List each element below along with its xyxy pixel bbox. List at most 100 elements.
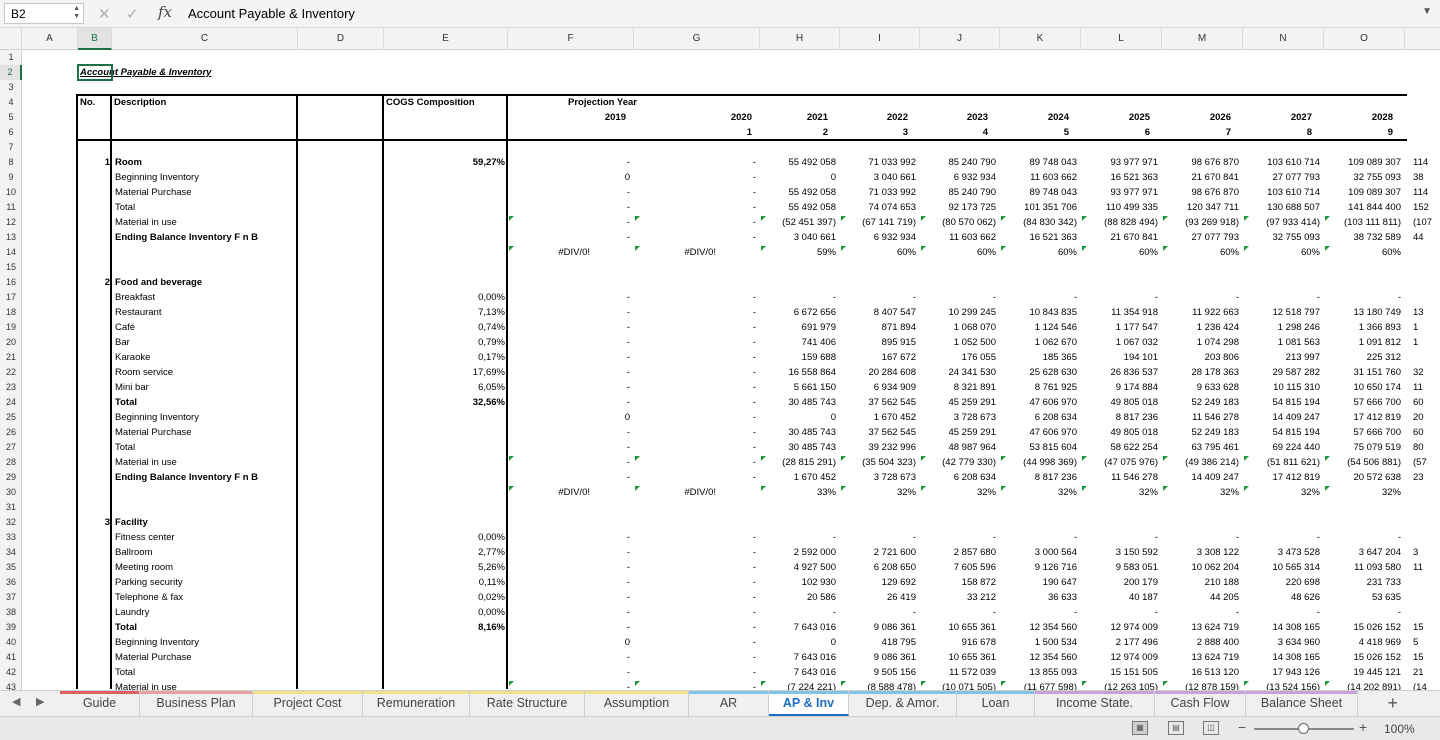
page-layout-icon[interactable]: ▤ [1168,721,1184,735]
row-header[interactable]: 41 [0,650,22,665]
row-header[interactable]: 27 [0,440,22,455]
row-header[interactable]: 43 [0,680,22,690]
column-header-h[interactable]: H [760,28,840,50]
row-header[interactable]: 4 [0,95,22,110]
sheet-tab[interactable]: AP & Inv [769,691,849,716]
column-header-o[interactable]: O [1324,28,1405,50]
sheet-tab[interactable]: Guide [60,691,140,716]
row-header[interactable]: 26 [0,425,22,440]
next-sheet-icon[interactable]: ▶ [36,695,44,708]
error-indicator [509,681,514,686]
zoom-in-icon[interactable]: + [1359,719,1367,735]
row-header[interactable]: 15 [0,260,22,275]
projection-value-partial: 152 [1413,202,1429,213]
row-header[interactable]: 3 [0,80,22,95]
sheet-tab[interactable]: Dep. & Amor. [849,691,957,716]
column-header-m[interactable]: M [1162,28,1243,50]
sheet-tab[interactable]: Loan [957,691,1035,716]
add-sheet-icon[interactable]: + [1387,693,1398,714]
row-header[interactable]: 17 [0,290,22,305]
projection-value-partial: 21 [1413,667,1424,678]
row-header[interactable]: 21 [0,350,22,365]
column-header-d[interactable]: D [298,28,384,50]
active-cell-selection[interactable] [77,64,113,81]
column-header-f[interactable]: F [508,28,634,50]
function-icon[interactable]: fx [158,3,172,21]
sheet-tab[interactable]: Remuneration [363,691,470,716]
row-header[interactable]: 37 [0,590,22,605]
row-header[interactable]: 5 [0,110,22,125]
row-header[interactable]: 39 [0,620,22,635]
sheet-tab[interactable]: Business Plan [140,691,253,716]
row-header[interactable]: 22 [0,365,22,380]
row-header[interactable]: 18 [0,305,22,320]
column-header-e[interactable]: E [384,28,508,50]
sheet-tab[interactable]: Income State. [1035,691,1155,716]
row-header[interactable]: 2 [0,65,22,80]
sheet-tab-label: Remuneration [376,696,456,710]
row-header[interactable]: 14 [0,245,22,260]
column-header-j[interactable]: J [920,28,1000,50]
row-header[interactable]: 20 [0,335,22,350]
row-header[interactable]: 31 [0,500,22,515]
column-header-i[interactable]: I [840,28,920,50]
row-header[interactable]: 33 [0,530,22,545]
row-header[interactable]: 11 [0,200,22,215]
row-header[interactable]: 1 [0,50,22,65]
error-indicator [509,486,514,491]
row-header[interactable]: 28 [0,455,22,470]
row-header[interactable]: 7 [0,140,22,155]
cancel-icon[interactable]: ✕ [98,5,111,23]
row-header[interactable]: 6 [0,125,22,140]
row-header[interactable]: 36 [0,575,22,590]
zoom-slider-thumb[interactable] [1298,723,1309,734]
row-header[interactable]: 12 [0,215,22,230]
normal-view-icon[interactable]: ▦ [1132,721,1148,735]
column-header-c[interactable]: C [112,28,298,50]
spreadsheet-grid[interactable]: ABCDEFGHIJKLMNO 1 2 3 4 5 6 7 8 9 10 11 12 13 14 15 16 1… [0,28,1440,690]
row-header[interactable]: 34 [0,545,22,560]
row-header[interactable]: 16 [0,275,22,290]
sheet-tab[interactable]: Cash Flow [1155,691,1246,716]
column-header-b[interactable]: B [78,28,112,50]
formula-input[interactable]: Account Payable & Inventory [188,6,355,21]
prev-sheet-icon[interactable]: ◀ [12,695,20,708]
column-header-g[interactable]: G [634,28,760,50]
sheet-tab[interactable]: AR [689,691,769,716]
sheet-tab[interactable]: Project Cost [253,691,363,716]
row-header[interactable]: 24 [0,395,22,410]
row-header[interactable]: 40 [0,635,22,650]
row-header[interactable]: 29 [0,470,22,485]
row-header[interactable]: 35 [0,560,22,575]
projection-value: - [832,292,836,303]
sheet-tab[interactable]: Balance Sheet [1246,691,1358,716]
row-header[interactable]: 30 [0,485,22,500]
grid-body[interactable]: Account Payable & Inventory No. Descriptio… [22,50,1440,690]
column-header-k[interactable]: K [1000,28,1081,50]
row-header[interactable]: 9 [0,170,22,185]
column-header-n[interactable]: N [1243,28,1324,50]
row-header[interactable]: 19 [0,320,22,335]
column-header-l[interactable]: L [1081,28,1162,50]
row-header[interactable]: 23 [0,380,22,395]
row-header[interactable]: 13 [0,230,22,245]
name-box[interactable]: B2 ▲ ▼ [4,3,84,24]
row-header[interactable]: 42 [0,665,22,680]
sheet-tab[interactable]: Assumption [585,691,689,716]
row-header[interactable]: 38 [0,605,22,620]
expand-formula-icon[interactable]: ▼ [1422,6,1432,17]
select-all-corner[interactable] [0,28,22,50]
name-box-spinner-icon[interactable]: ▲ ▼ [73,5,80,21]
sheet-tab[interactable]: Rate Structure [470,691,585,716]
enter-icon[interactable]: ✓ [126,5,139,23]
page-break-icon[interactable]: ◫ [1203,721,1219,735]
column-header-next[interactable] [1405,28,1440,50]
zoom-out-icon[interactable]: − [1238,719,1246,735]
row-header[interactable]: 25 [0,410,22,425]
projection-value: 102 930 [801,577,836,588]
row-header[interactable]: 32 [0,515,22,530]
row-header[interactable]: 8 [0,155,22,170]
zoom-level[interactable]: 100% [1384,722,1415,736]
row-header[interactable]: 10 [0,185,22,200]
column-header-a[interactable]: A [22,28,78,50]
